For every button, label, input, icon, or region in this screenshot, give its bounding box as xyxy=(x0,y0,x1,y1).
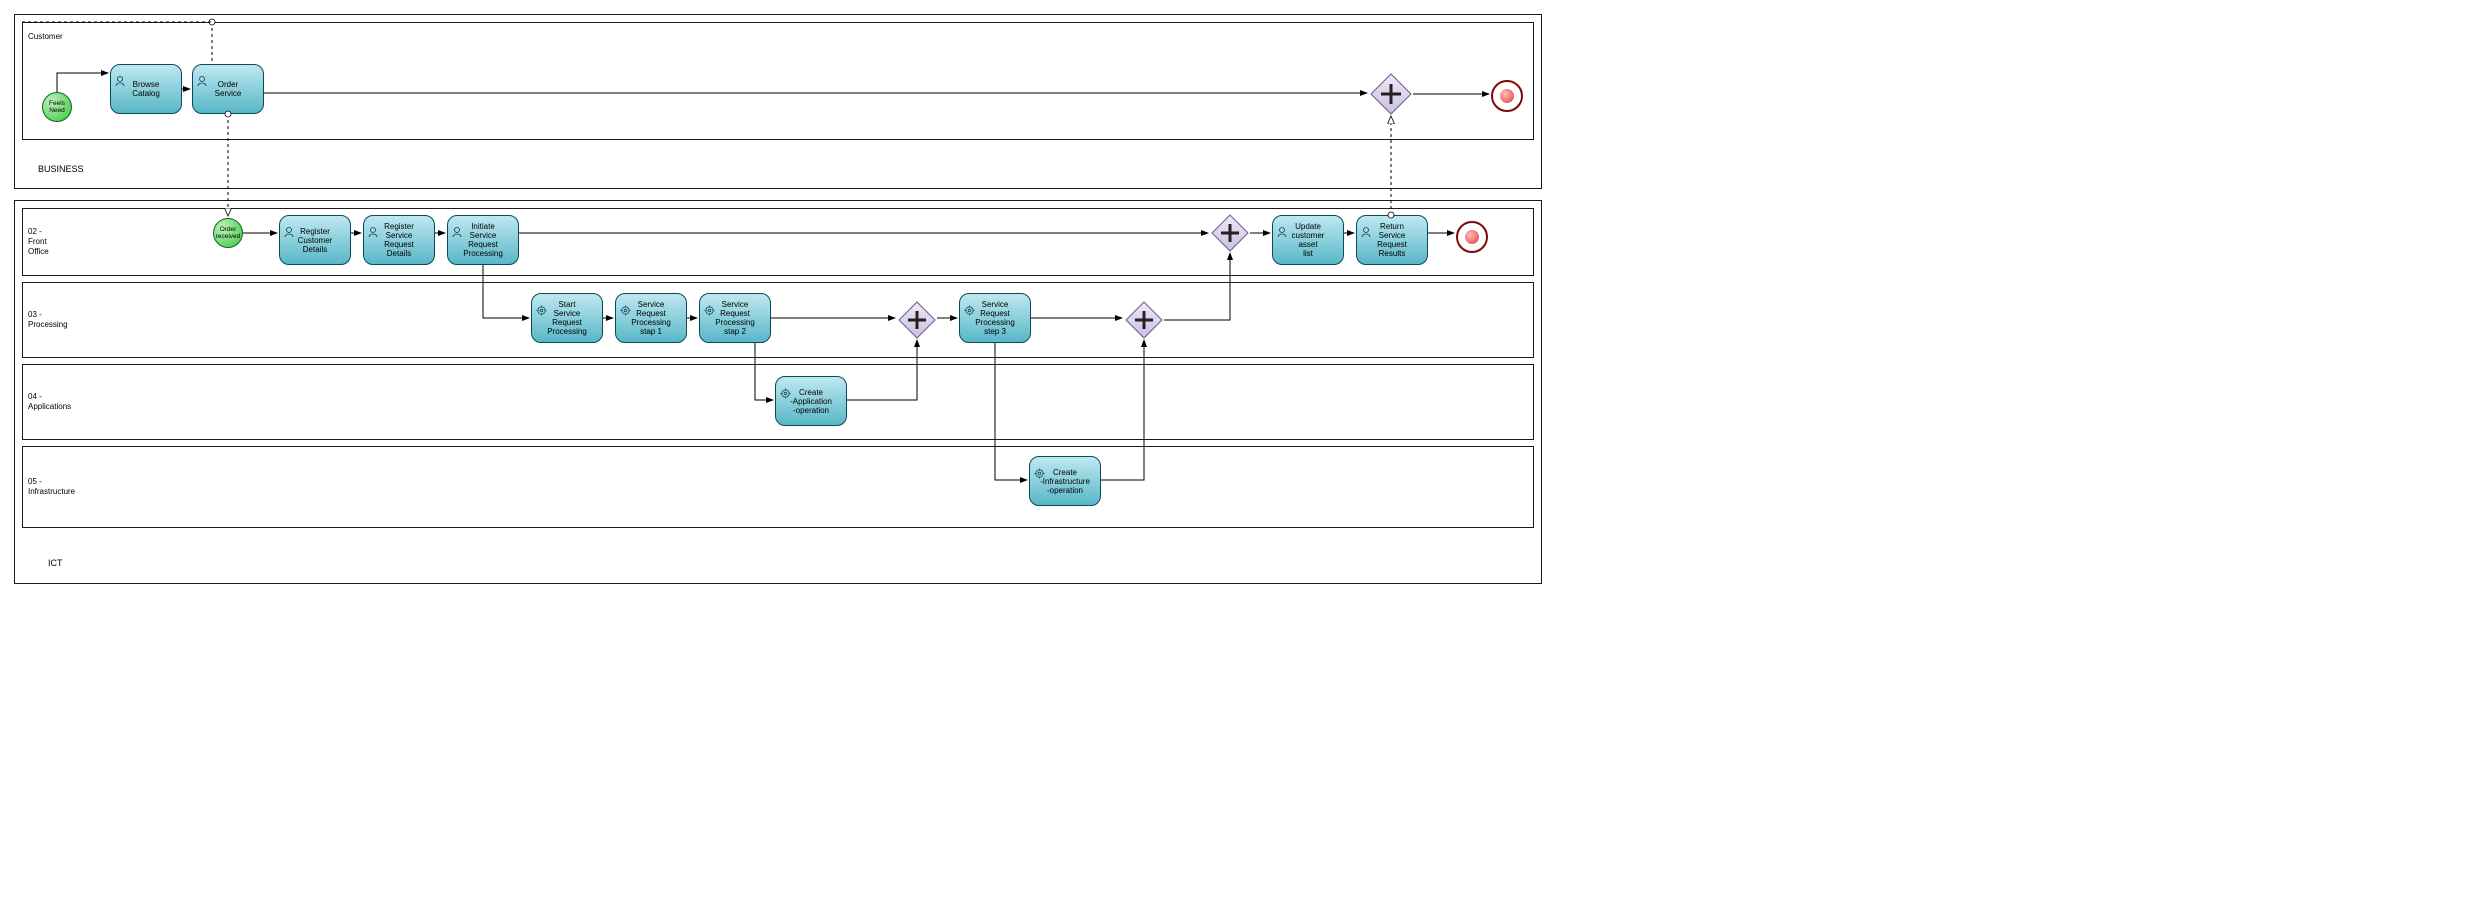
user-icon xyxy=(367,218,379,228)
end-event-customer xyxy=(1491,80,1523,112)
task-create-infrastructure-operation-label: Create -Infrastructure -operation xyxy=(1040,468,1090,495)
service-icon xyxy=(535,296,547,306)
lane-customer-label: Customer xyxy=(28,22,76,52)
user-icon xyxy=(196,67,208,77)
lane-front-office-label-text: 02 - Front Office xyxy=(28,227,49,257)
gateway-customer-parallel xyxy=(1369,72,1413,116)
service-icon xyxy=(963,296,975,306)
service-icon xyxy=(779,379,791,389)
pool-business-label: BUSINESS xyxy=(38,164,84,174)
task-service-request-processing-step2: Service Request Processing stap 2 xyxy=(699,293,771,343)
service-icon xyxy=(1033,459,1045,469)
task-initiate-service-request-processing: Initiate Service Request Processing xyxy=(447,215,519,265)
lane-processing xyxy=(22,282,1534,358)
gateway-front-office xyxy=(1210,213,1250,253)
lane-applications-label-text: 04 - Applications xyxy=(28,392,71,412)
lane-infrastructure-label: 05 - Infrastructure xyxy=(28,446,76,528)
start-event-order-received-label: Order received xyxy=(216,226,241,240)
task-create-application-operation-label: Create -Application -operation xyxy=(790,388,832,415)
task-service-request-processing-step1-label: Service Request Processing stap 1 xyxy=(631,300,671,336)
gateway-processing-2 xyxy=(1124,300,1164,340)
lane-front-office-label: 02 - Front Office xyxy=(28,208,76,276)
task-register-service-request-details: Register Service Request Details xyxy=(363,215,435,265)
task-register-customer-details: Register Customer Details xyxy=(279,215,351,265)
lane-customer-label-text: Customer xyxy=(28,32,63,42)
lane-infrastructure xyxy=(22,446,1534,528)
task-service-request-processing-step3-label: Service Request Processing step 3 xyxy=(975,300,1015,336)
user-icon xyxy=(114,67,126,77)
bpmn-canvas: BUSINESS Customer Feels Need Browse Cata… xyxy=(0,0,2475,901)
pool-ict-label: ICT xyxy=(48,558,63,568)
task-update-customer-asset-list-label: Update customer asset list xyxy=(1292,222,1325,258)
task-create-application-operation: Create -Application -operation xyxy=(775,376,847,426)
service-icon xyxy=(619,296,631,306)
lane-infrastructure-label-text: 05 - Infrastructure xyxy=(28,477,75,497)
task-initiate-service-request-processing-label: Initiate Service Request Processing xyxy=(463,222,503,258)
task-start-service-request-processing: Start Service Request Processing xyxy=(531,293,603,343)
user-icon xyxy=(1360,218,1372,228)
lane-processing-label-text: 03 - Processing xyxy=(28,310,68,330)
task-order-service: Order Service xyxy=(192,64,264,114)
task-browse-catalog-label: Browse Catalog xyxy=(132,80,160,98)
lane-processing-label: 03 - Processing xyxy=(28,282,76,358)
task-browse-catalog: Browse Catalog xyxy=(110,64,182,114)
lane-applications-label: 04 - Applications xyxy=(28,364,76,440)
task-register-service-request-details-label: Register Service Request Details xyxy=(384,222,414,258)
task-order-service-label: Order Service xyxy=(215,80,242,98)
service-icon xyxy=(703,296,715,306)
task-start-service-request-processing-label: Start Service Request Processing xyxy=(547,300,587,336)
start-event-order-received: Order received xyxy=(213,218,243,248)
user-icon xyxy=(1276,218,1288,228)
task-return-service-request-results: Return Service Request Results xyxy=(1356,215,1428,265)
task-return-service-request-results-label: Return Service Request Results xyxy=(1377,222,1407,258)
task-service-request-processing-step2-label: Service Request Processing stap 2 xyxy=(715,300,755,336)
task-service-request-processing-step1: Service Request Processing stap 1 xyxy=(615,293,687,343)
start-event-feels-need-label: Feels Need xyxy=(49,100,65,114)
user-icon xyxy=(283,218,295,228)
task-create-infrastructure-operation: Create -Infrastructure -operation xyxy=(1029,456,1101,506)
end-event-ict xyxy=(1456,221,1488,253)
user-icon xyxy=(451,218,463,228)
task-register-customer-details-label: Register Customer Details xyxy=(298,227,333,254)
task-update-customer-asset-list: Update customer asset list xyxy=(1272,215,1344,265)
task-service-request-processing-step3: Service Request Processing step 3 xyxy=(959,293,1031,343)
gateway-processing-1 xyxy=(897,300,937,340)
start-event-feels-need: Feels Need xyxy=(42,92,72,122)
